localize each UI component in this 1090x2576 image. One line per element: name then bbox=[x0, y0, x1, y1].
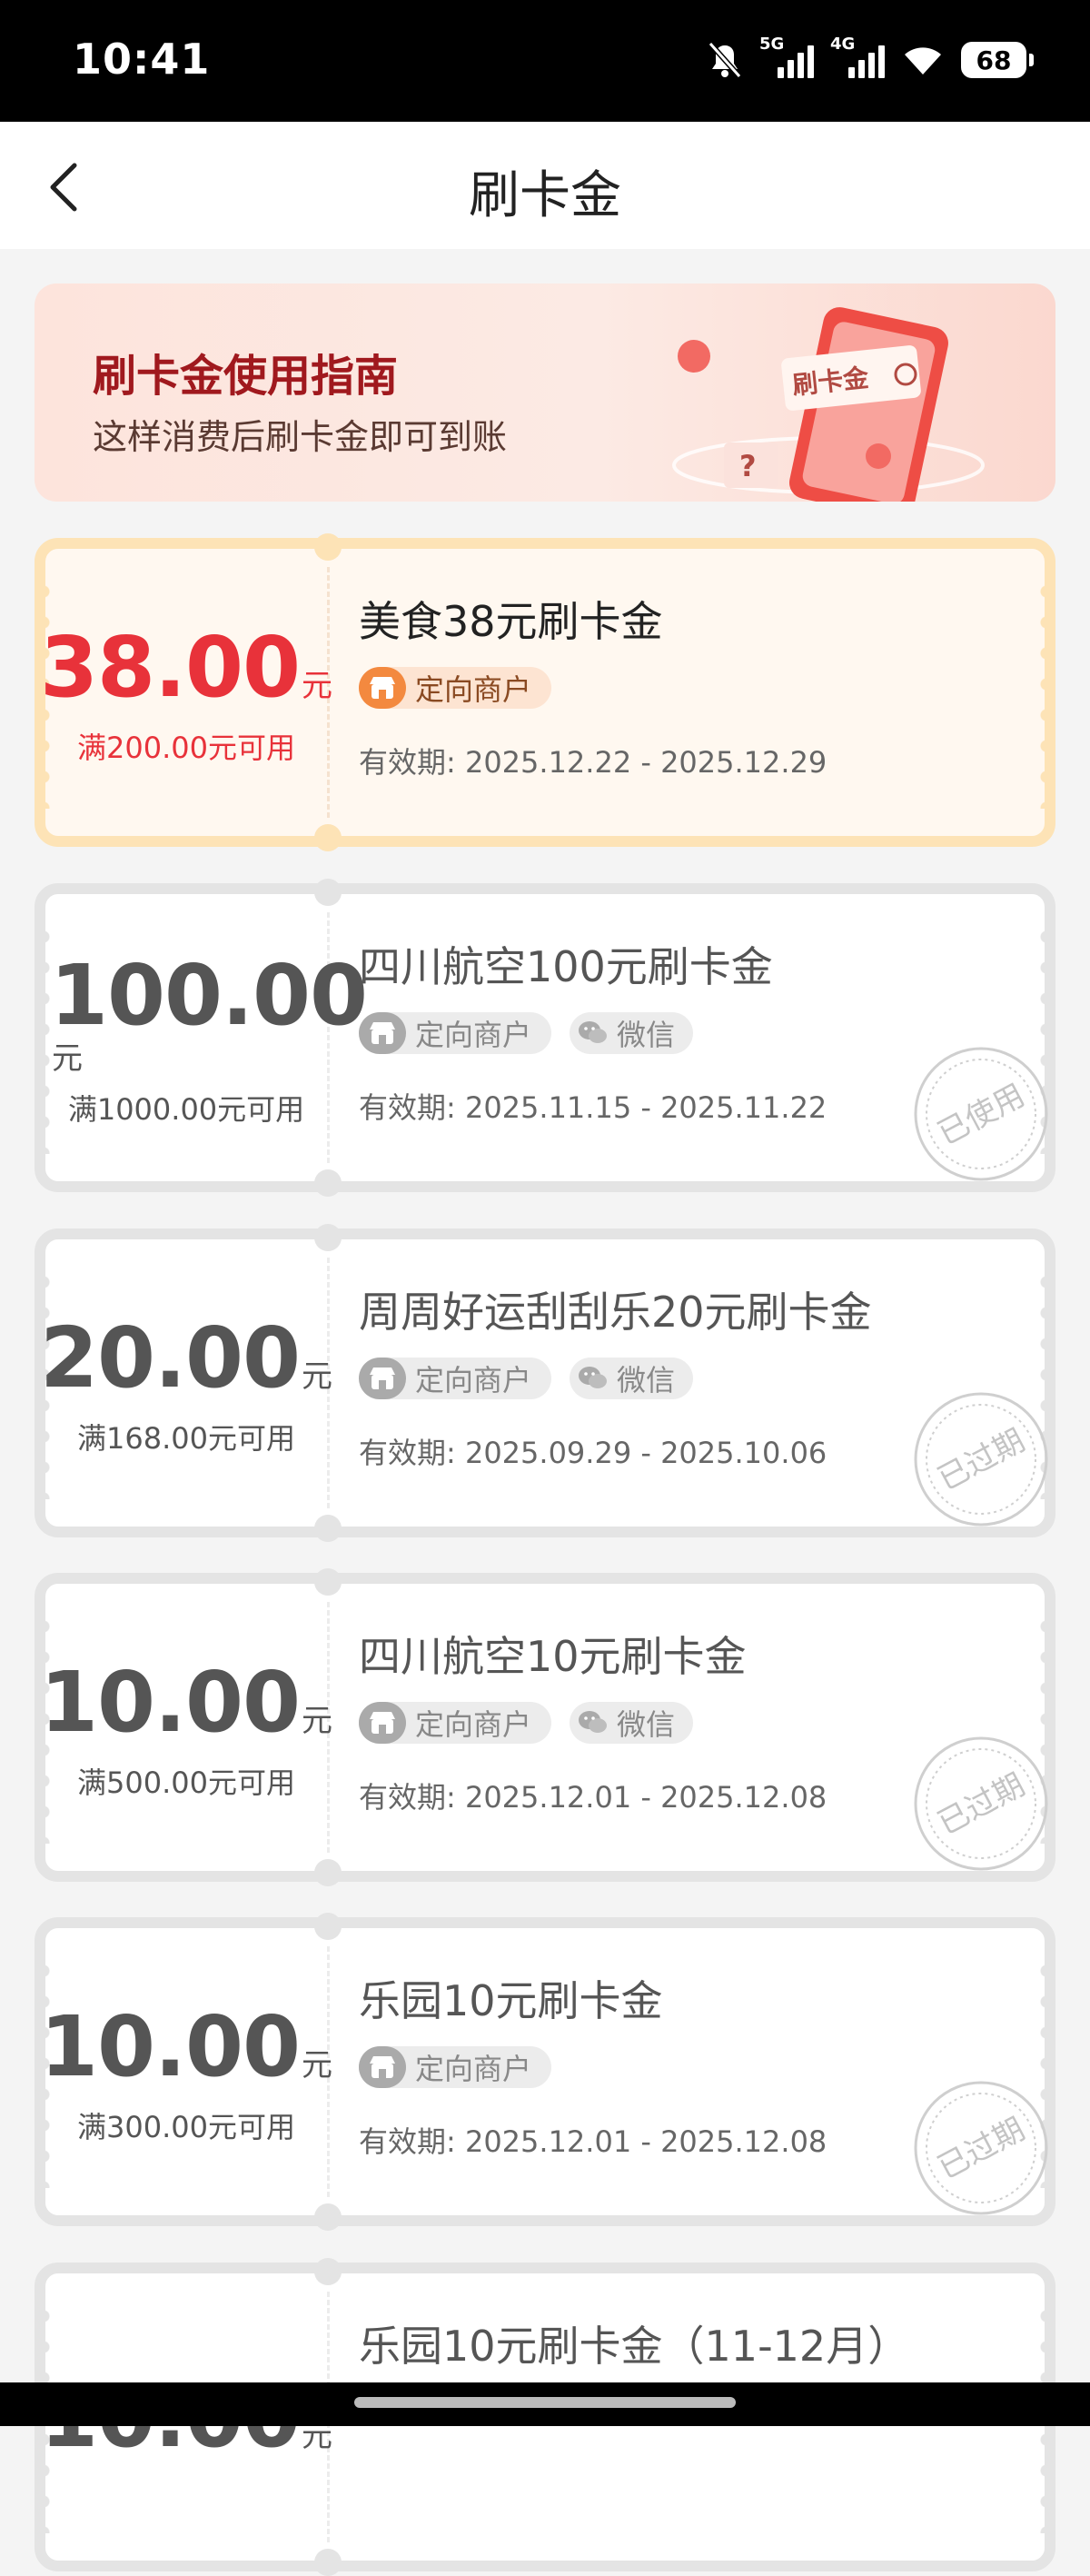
tag-merchant-label: 定向商户 bbox=[415, 1018, 532, 1052]
tag-wechat-label: 微信 bbox=[617, 1707, 676, 1742]
coupon-value: 10.00 元满500.00元可用 bbox=[40, 1584, 332, 1871]
coupon-amount: 38.00 bbox=[40, 618, 301, 716]
coupon-title: 周周好运刮刮乐20元刷卡金 bbox=[359, 1288, 872, 1337]
status-icons: 5G 4G 68 bbox=[707, 35, 1034, 84]
page-title: 刷卡金 bbox=[469, 166, 621, 225]
coupon-threshold: 满1000.00元可用 bbox=[67, 1092, 305, 1127]
coupon-amount: 20.00 bbox=[40, 1308, 301, 1407]
coupon-validity: 有效期: 2025.09.29 - 2025.10.06 bbox=[359, 1436, 827, 1470]
coupon-unit: 元 bbox=[302, 1358, 333, 1395]
tag-merchant: 定向商户 bbox=[359, 2046, 552, 2088]
status-bar: 10:41 5G 4G 68 bbox=[0, 0, 1090, 122]
status-stamp-text: 已过期 bbox=[932, 1422, 1031, 1497]
battery-icon: 68 bbox=[961, 42, 1034, 78]
merchant-icon bbox=[359, 2046, 406, 2088]
phone-illustration-icon: 刷卡金 ? bbox=[672, 307, 985, 502]
home-indicator[interactable] bbox=[354, 2397, 736, 2408]
guide-banner[interactable]: 刷卡金使用指南 这样消费后刷卡金即可到账 刷卡金 ? bbox=[35, 283, 1055, 502]
coupon-value: 100.00 元满1000.00元可用 bbox=[45, 894, 368, 1181]
coupon-tags: 定向商户 bbox=[359, 2046, 552, 2088]
status-stamp-text: 已过期 bbox=[932, 2111, 1031, 2186]
coupon-info: 美食38元刷卡金定向商户有效期: 2025.12.22 - 2025.12.29 bbox=[359, 549, 1045, 836]
status-stamp: 已过期 bbox=[914, 1392, 1048, 1527]
coupon-threshold: 满300.00元可用 bbox=[77, 2109, 295, 2144]
status-stamp: 已过期 bbox=[914, 1736, 1048, 1871]
status-stamp-text: 已过期 bbox=[932, 1766, 1031, 1842]
tag-wechat: 微信 bbox=[570, 1358, 694, 1399]
coupon-title: 四川航空100元刷卡金 bbox=[359, 942, 773, 991]
coupon-title: 美食38元刷卡金 bbox=[359, 597, 663, 646]
coupon-title: 四川航空10元刷卡金 bbox=[359, 1632, 747, 1681]
tag-wechat: 微信 bbox=[570, 1702, 694, 1744]
coupon-tags: 定向商户 bbox=[359, 667, 552, 709]
coupon-title: 乐园10元刷卡金（11-12月） bbox=[359, 2322, 910, 2371]
tag-merchant: 定向商户 bbox=[359, 1012, 552, 1054]
coupon-tags: 定向商户 微信 bbox=[359, 1012, 694, 1054]
tag-wechat: 微信 bbox=[570, 1012, 694, 1054]
wechat-icon bbox=[575, 1702, 611, 1744]
merchant-icon bbox=[359, 1702, 406, 1744]
svg-text:?: ? bbox=[739, 449, 757, 483]
coupon-value: 38.00 元满200.00元可用 bbox=[40, 549, 332, 836]
signal-4g-icon: 4G bbox=[830, 35, 885, 80]
coupon-value: 10.00 元满300.00元可用 bbox=[40, 1928, 332, 2215]
coupon-validity: 有效期: 2025.12.01 - 2025.12.08 bbox=[359, 1780, 827, 1815]
coupon-validity: 有效期: 2025.12.22 - 2025.12.29 bbox=[359, 745, 827, 780]
coupon-validity: 有效期: 2025.11.15 - 2025.11.22 bbox=[359, 1090, 827, 1125]
coupon-unit: 元 bbox=[302, 2046, 333, 2084]
coupon-title: 乐园10元刷卡金 bbox=[359, 1976, 663, 2025]
merchant-icon bbox=[359, 667, 406, 709]
battery-level: 68 bbox=[976, 45, 1012, 75]
tag-merchant: 定向商户 bbox=[359, 667, 552, 709]
coupon-value: 20.00 元满168.00元可用 bbox=[40, 1239, 332, 1527]
coupon-card[interactable]: 38.00 元满200.00元可用 美食38元刷卡金 定向商户 有效期: 2025.12… bbox=[35, 533, 1055, 851]
coupon-card[interactable]: 20.00 元满168.00元可用 周周好运刮刮乐20元刷卡金 定向商户 微信 有效期: … bbox=[35, 1224, 1055, 1542]
tag-merchant-label: 定向商户 bbox=[415, 2052, 532, 2086]
coupon-threshold: 满200.00元可用 bbox=[77, 730, 295, 765]
wifi-icon bbox=[905, 47, 941, 75]
coupon-card[interactable]: 10.00 元满300.00元可用 乐园10元刷卡金 定向商户 有效期: 2025.12… bbox=[35, 1913, 1055, 2231]
tag-merchant-label: 定向商户 bbox=[415, 1363, 532, 1397]
signal-5g-icon: 5G bbox=[759, 35, 814, 80]
coupon-card[interactable]: 100.00 元满1000.00元可用 四川航空100元刷卡金 定向商户 微信 有效期: … bbox=[35, 879, 1055, 1197]
coupon-unit: 元 bbox=[302, 667, 333, 704]
status-stamp-text: 已使用 bbox=[932, 1077, 1031, 1152]
tag-wechat-label: 微信 bbox=[617, 1018, 676, 1052]
merchant-icon bbox=[359, 1358, 406, 1399]
nav-bar: 刷卡金 bbox=[0, 122, 1090, 249]
coupon-amount: 100.00 bbox=[50, 947, 368, 1044]
status-stamp: 已过期 bbox=[914, 2081, 1048, 2215]
tag-merchant: 定向商户 bbox=[359, 1702, 552, 1744]
banner-title: 刷卡金使用指南 bbox=[93, 351, 399, 402]
coupon-tags: 定向商户 微信 bbox=[359, 1358, 694, 1399]
coupon-card[interactable]: 10.00 元满500.00元可用 四川航空10元刷卡金 定向商户 微信 有效期: 202… bbox=[35, 1568, 1055, 1886]
coupon-amount: 10.00 bbox=[40, 1653, 301, 1751]
coupon-validity: 有效期: 2025.12.01 - 2025.12.08 bbox=[359, 2124, 827, 2159]
wechat-icon bbox=[575, 1358, 611, 1399]
coupon-threshold: 满168.00元可用 bbox=[77, 1420, 295, 1456]
merchant-icon bbox=[359, 1012, 406, 1054]
coupon-tags: 定向商户 微信 bbox=[359, 1702, 694, 1744]
wechat-icon bbox=[575, 1012, 611, 1054]
banner-subtitle: 这样消费后刷卡金即可到账 bbox=[93, 417, 508, 457]
coupon-unit: 元 bbox=[52, 1040, 83, 1077]
coupon-threshold: 满500.00元可用 bbox=[77, 1765, 295, 1800]
tag-merchant: 定向商户 bbox=[359, 1358, 552, 1399]
tag-wechat-label: 微信 bbox=[617, 1363, 676, 1397]
status-stamp: 已使用 bbox=[914, 1047, 1048, 1181]
coupon-amount: 10.00 bbox=[40, 1997, 301, 2095]
tag-merchant-label: 定向商户 bbox=[415, 672, 532, 707]
coupon-unit: 元 bbox=[302, 1702, 333, 1739]
mute-icon bbox=[708, 42, 742, 78]
tag-merchant-label: 定向商户 bbox=[415, 1707, 532, 1742]
status-time: 10:41 bbox=[73, 35, 211, 84]
